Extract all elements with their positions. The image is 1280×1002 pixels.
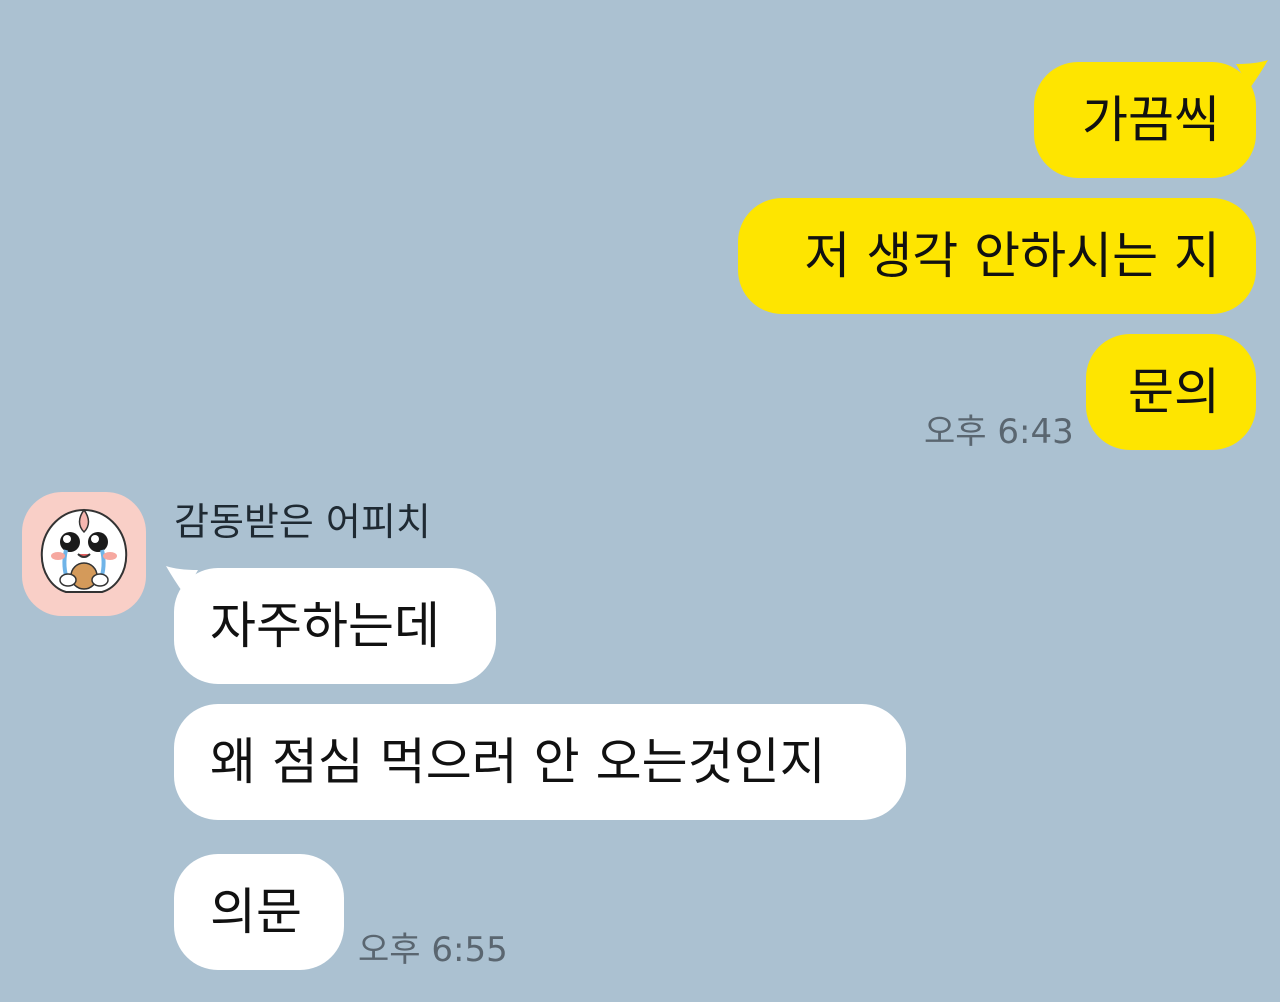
crying-peach-avatar-icon xyxy=(40,508,128,593)
outgoing-message-bubble[interactable]: 문의 xyxy=(1086,334,1256,450)
outgoing-timestamp: 오후 6:43 xyxy=(924,412,1074,452)
outgoing-message-bubble[interactable]: 가끔씩 xyxy=(1034,62,1256,178)
incoming-message-bubble[interactable]: 왜 점심 먹으러 안 오는것인지 xyxy=(174,704,906,820)
incoming-message-bubble[interactable]: 자주하는데 xyxy=(174,568,496,684)
incoming-timestamp: 오후 6:55 xyxy=(358,930,508,970)
sender-avatar[interactable] xyxy=(22,492,146,616)
sender-name: 감동받은 어피치 xyxy=(174,500,431,544)
incoming-message-bubble[interactable]: 의문 xyxy=(174,854,344,970)
outgoing-message-bubble[interactable]: 저 생각 안하시는 지 xyxy=(738,198,1256,314)
chat-room: 가끔씩 저 생각 안하시는 지 문의 오후 6:43 감동받은 어피치 자주하는… xyxy=(0,0,1280,1002)
